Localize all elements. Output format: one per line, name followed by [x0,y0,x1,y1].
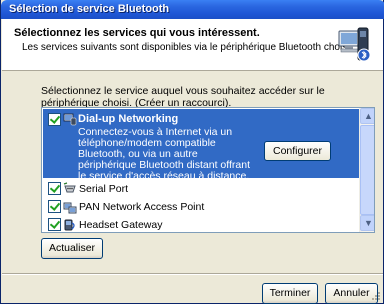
service-item-pan[interactable]: PAN Network Access Point [43,198,359,216]
wizard-header: Sélectionnez les services qui vous intér… [2,19,383,71]
service-name: Serial Port [79,183,129,195]
service-name: Dial-up Networking [78,113,179,125]
scroll-thumb[interactable] [360,125,374,215]
serial-port-icon [63,182,76,193]
header-title: Sélectionnez les services qui vous intér… [14,27,260,39]
finish-button[interactable]: Terminer [262,283,318,304]
pan-checkbox[interactable] [48,200,61,213]
header-subtitle: Les services suivants sont disponibles v… [22,42,353,53]
list-scrollbar[interactable]: ▲ ▼ [359,108,374,232]
separator-line [2,273,383,275]
service-name: Headset Gateway [79,219,163,231]
service-name: PAN Network Access Point [79,201,205,213]
service-item-serial-port[interactable]: Serial Port [43,180,359,198]
dialup-checkbox[interactable] [48,113,61,126]
service-item-dialup[interactable]: Dial-up Networking Connectez-vous à Inte… [43,109,359,182]
refresh-button[interactable]: Actualiser [41,238,103,259]
resize-grip-icon[interactable] [369,289,381,301]
dialup-networking-icon [63,113,77,126]
chevron-down-icon: ▼ [364,218,373,228]
chevron-up-icon: ▲ [364,111,373,121]
scroll-down-button[interactable]: ▼ [360,215,374,231]
service-list[interactable]: Dial-up Networking Connectez-vous à Inte… [41,107,375,233]
scroll-up-button[interactable]: ▲ [360,108,374,124]
service-description: Connectez-vous à Internet via un télépho… [78,126,251,182]
configure-button[interactable]: Configurer [264,141,331,161]
instruction-text: Sélectionnez le service auquel vous souh… [41,85,325,109]
service-item-headset-gateway[interactable]: Headset Gateway [43,216,359,232]
headset-gateway-icon [64,219,75,231]
title-bar[interactable]: Sélection de service Bluetooth [1,0,384,19]
bluetooth-computer-icon [338,27,371,62]
serial-port-checkbox[interactable] [48,182,61,195]
window-title: Sélection de service Bluetooth [9,3,170,15]
headset-gateway-checkbox[interactable] [48,218,61,231]
dialog-window: Sélection de service Bluetooth Sélection… [0,0,384,304]
network-access-point-icon [63,202,77,214]
